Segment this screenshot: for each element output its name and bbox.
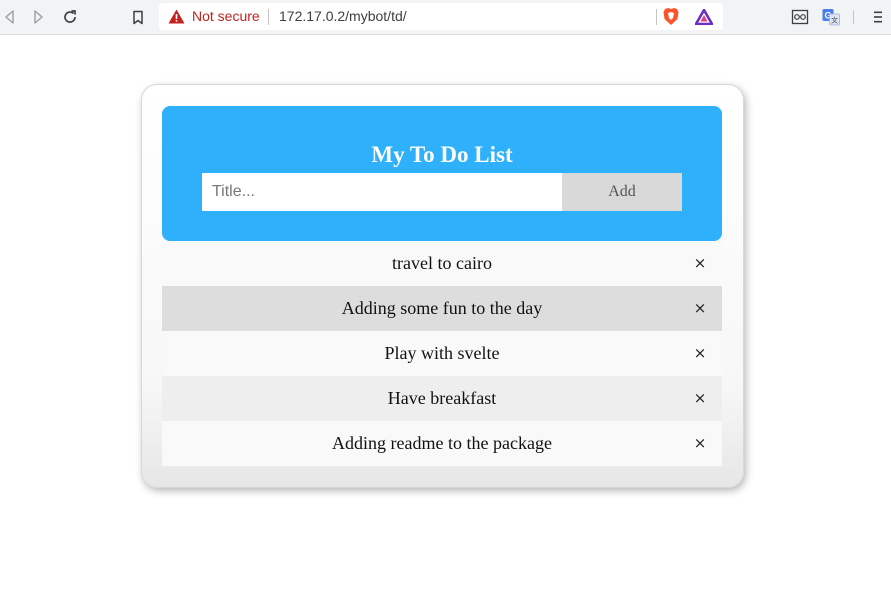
warning-triangle-icon[interactable] [168,9,185,24]
security-status-label[interactable]: Not secure [192,8,260,24]
todo-header: My To Do List Add [162,106,722,241]
close-icon[interactable]: × [690,421,710,466]
close-icon[interactable]: × [690,286,710,331]
todo-item[interactable]: Play with svelte × [162,331,722,376]
brave-rewards-icon[interactable] [695,9,713,25]
todo-item-text: Play with svelte [384,343,500,363]
todo-list: travel to cairo × Adding some fun to the d… [162,241,722,466]
todo-item-text: travel to cairo [392,253,492,273]
translate-icon[interactable]: G 文 [821,7,841,27]
page-title: My To Do List [371,142,513,167]
close-icon[interactable]: × [690,241,710,286]
todo-item[interactable]: Adding some fun to the day × [162,286,722,331]
shields-divider [656,9,657,25]
toolbar-divider [853,10,854,24]
add-button[interactable]: Add [562,173,682,211]
svg-text:文: 文 [831,16,838,25]
address-bar[interactable]: Not secure 172.17.0.2/mybot/td/ [159,3,723,30]
close-icon[interactable]: × [690,331,710,376]
bookmark-icon[interactable] [128,7,148,27]
browser-toolbar: Not secure 172.17.0.2/mybot/td/ G 文 [0,0,891,35]
menu-icon[interactable] [868,7,888,27]
todo-item[interactable]: Have breakfast × [162,376,722,421]
todo-item[interactable]: Adding readme to the package × [162,421,722,466]
todo-item-text: Adding some fun to the day [341,298,543,318]
forward-arrow-icon[interactable] [28,7,48,27]
todo-item-text: Adding readme to the package [332,433,552,453]
back-arrow-icon[interactable] [0,7,20,27]
address-divider [268,9,269,25]
url-text[interactable]: 172.17.0.2/mybot/td/ [279,8,407,24]
close-icon[interactable]: × [690,376,710,421]
reload-icon[interactable] [60,7,80,27]
todo-item[interactable]: travel to cairo × [162,241,722,286]
todo-card: My To Do List Add travel to cairo×Adding… [141,84,744,488]
brave-shields-icon[interactable] [662,7,680,26]
todo-item-text: Have breakfast [387,388,497,408]
title-input[interactable] [202,173,562,211]
reader-mode-icon[interactable] [790,7,810,27]
